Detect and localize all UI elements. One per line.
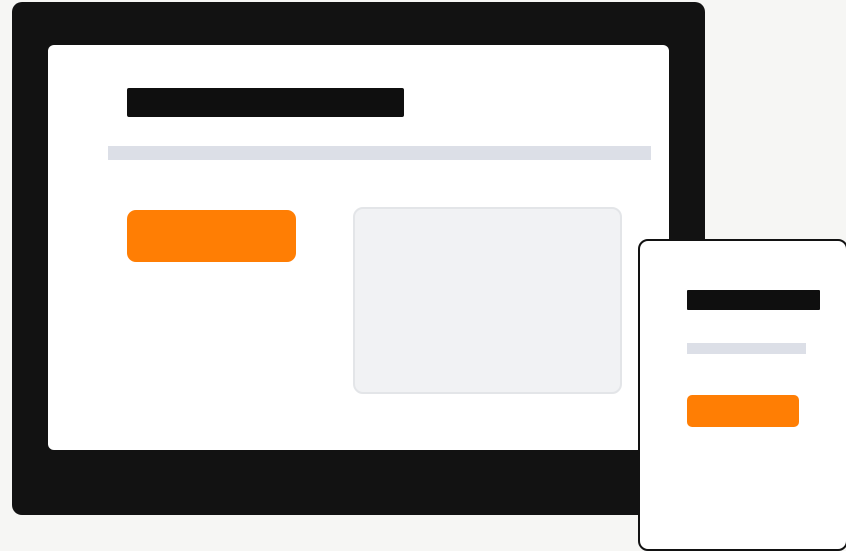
desktop-screen (48, 45, 669, 450)
mobile-device (638, 239, 846, 551)
mobile-divider (687, 343, 806, 354)
mobile-title-bar (687, 290, 820, 310)
desktop-divider (108, 146, 651, 160)
mobile-primary-button[interactable] (687, 395, 799, 427)
desktop-content-card (353, 207, 622, 394)
desktop-primary-button[interactable] (127, 210, 296, 262)
desktop-monitor (12, 2, 705, 515)
desktop-title-bar (127, 88, 404, 117)
